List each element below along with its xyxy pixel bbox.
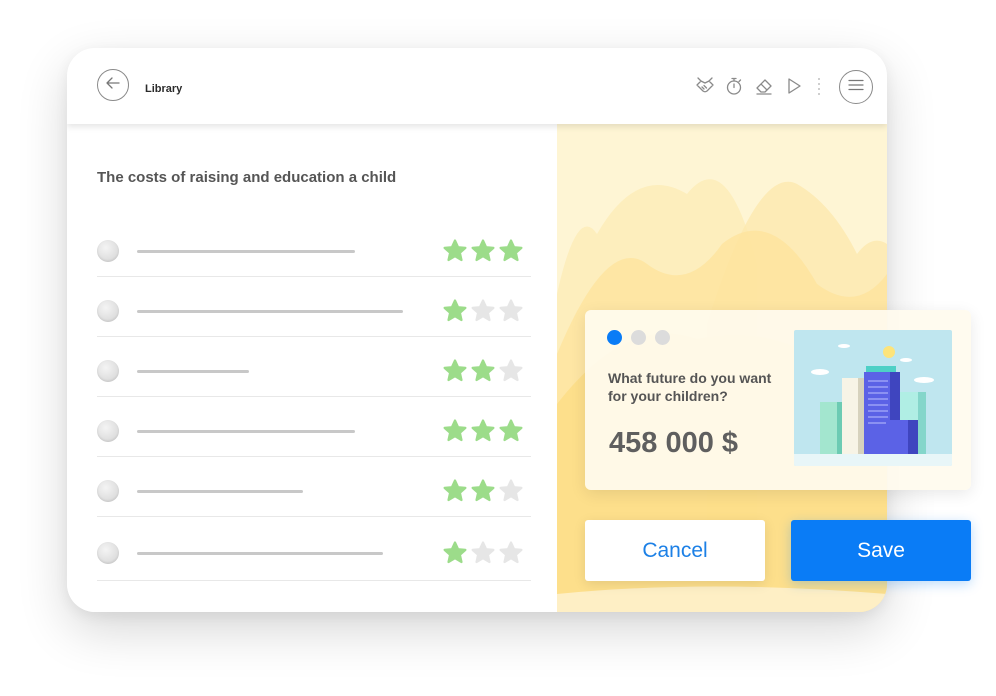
list-item [97, 396, 531, 457]
star-filled-icon[interactable] [443, 419, 467, 443]
star-filled-icon[interactable] [471, 479, 495, 503]
radio-button[interactable] [97, 480, 119, 502]
radio-button[interactable] [97, 300, 119, 322]
star-filled-icon[interactable] [443, 299, 467, 323]
pager-dot[interactable] [631, 330, 646, 345]
star-filled-icon[interactable] [443, 359, 467, 383]
card-question: What future do you want for your childre… [608, 370, 772, 404]
star-rating[interactable] [443, 541, 527, 565]
pager-dot-active[interactable] [607, 330, 622, 345]
star-empty-icon[interactable] [499, 541, 523, 565]
future-cost-card: What future do you want for your childre… [585, 310, 971, 490]
city-buildings-illustration [794, 330, 952, 466]
menu-button[interactable] [839, 70, 873, 104]
radio-button[interactable] [97, 420, 119, 442]
pager-dot[interactable] [655, 330, 670, 345]
star-rating[interactable] [443, 359, 527, 383]
star-filled-icon[interactable] [471, 419, 495, 443]
stopwatch-icon[interactable] [724, 76, 744, 96]
star-empty-icon[interactable] [499, 479, 523, 503]
cost-amount: 458 000 $ [609, 427, 739, 459]
star-empty-icon[interactable] [499, 359, 523, 383]
list-item [97, 276, 531, 337]
star-filled-icon[interactable] [471, 359, 495, 383]
radio-button[interactable] [97, 542, 119, 564]
item-text-placeholder [137, 490, 303, 493]
arrow-left-icon [106, 76, 120, 94]
list-item [97, 336, 531, 397]
star-filled-icon[interactable] [499, 419, 523, 443]
top-bar: Library [67, 48, 887, 124]
toolbar-divider [818, 78, 820, 98]
star-filled-icon[interactable] [443, 541, 467, 565]
star-rating[interactable] [443, 419, 527, 443]
section-title: The costs of raising and education a chi… [97, 169, 397, 186]
list-item [97, 216, 531, 277]
radio-button[interactable] [97, 360, 119, 382]
page-title: Library [145, 83, 183, 95]
star-filled-icon[interactable] [443, 239, 467, 263]
hamburger-menu-icon [848, 78, 864, 96]
list-item [97, 516, 531, 581]
cancel-button[interactable]: Cancel [585, 520, 765, 581]
cost-list-panel: The costs of raising and education a chi… [67, 124, 557, 612]
play-icon[interactable] [784, 76, 804, 96]
star-empty-icon[interactable] [499, 299, 523, 323]
star-empty-icon[interactable] [471, 541, 495, 565]
star-empty-icon[interactable] [471, 299, 495, 323]
star-rating[interactable] [443, 239, 527, 263]
item-text-placeholder [137, 310, 403, 313]
star-filled-icon[interactable] [443, 479, 467, 503]
handshake-icon[interactable] [695, 76, 715, 96]
item-text-placeholder [137, 552, 383, 555]
list-item [97, 456, 531, 517]
back-button[interactable] [97, 69, 129, 101]
star-rating[interactable] [443, 299, 527, 323]
star-rating[interactable] [443, 479, 527, 503]
star-filled-icon[interactable] [471, 239, 495, 263]
save-button[interactable]: Save [791, 520, 971, 581]
star-filled-icon[interactable] [499, 239, 523, 263]
item-text-placeholder [137, 370, 249, 373]
eraser-icon[interactable] [754, 76, 774, 96]
item-text-placeholder [137, 250, 355, 253]
item-text-placeholder [137, 430, 355, 433]
radio-button[interactable] [97, 240, 119, 262]
